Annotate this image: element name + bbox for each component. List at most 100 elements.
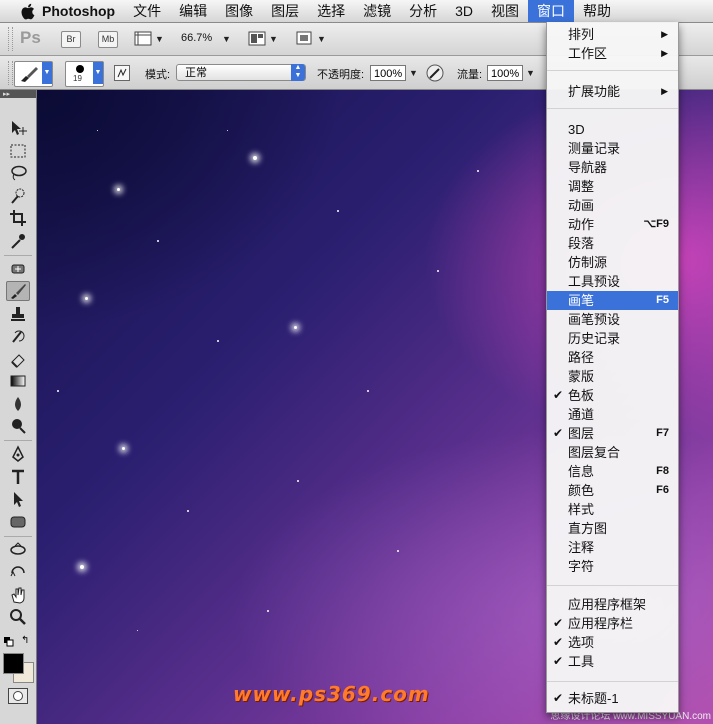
opacity-field[interactable]: 100% [370,65,406,81]
chevron-down-icon[interactable]: ▼ [317,34,326,44]
brush-tool-icon[interactable] [6,281,30,301]
menu-item-panel-2[interactable]: 导航器 [547,158,678,177]
shape-tool-icon[interactable] [6,512,30,532]
submenu-arrow-icon: ▶ [661,29,668,39]
menu-item-panel-13[interactable]: 蒙版 [547,367,678,386]
chevron-down-icon[interactable]: ▼ [526,68,535,78]
menu-item-panel-5[interactable]: 动作 ⌥F9 [547,215,678,234]
menu-item-panel-1[interactable]: 测量记录 [547,139,678,158]
menu-item-panel-15[interactable]: 通道 [547,405,678,424]
menu-help[interactable]: 帮助 [574,0,620,22]
menu-item-panel-4[interactable]: 动画 [547,196,678,215]
hand-tool-icon[interactable] [6,585,30,605]
menu-analysis[interactable]: 分析 [400,0,446,22]
history-brush-tool-icon[interactable] [6,326,30,346]
chevron-down-icon[interactable]: ▼ [269,34,278,44]
eraser-tool-icon[interactable] [6,349,30,369]
menu-item-label: 仿制源 [568,255,608,270]
bar-grip[interactable] [8,27,13,51]
menu-item-panel-20[interactable]: 样式 [547,500,678,519]
type-tool-icon[interactable] [6,467,30,487]
path-selection-tool-icon[interactable] [6,489,30,509]
menu-item-panel-7[interactable]: 仿制源 [547,253,678,272]
minibridge-button[interactable]: Mb [98,31,118,48]
spot-healing-tool-icon[interactable] [6,259,30,279]
menu-item-chrome-3[interactable]: ✔ 工具 [547,652,678,671]
menu-item-extensions[interactable]: 扩展功能 ▶ [547,82,678,101]
foreground-color-swatch[interactable] [3,653,24,674]
dodge-tool-icon[interactable] [6,416,30,436]
menu-item-panel-8[interactable]: 工具预设 [547,272,678,291]
menu-window[interactable]: 窗口 [528,0,575,22]
star [80,565,84,569]
menu-item-panel-19[interactable]: 颜色 F6 [547,481,678,500]
menu-select[interactable]: 选择 [308,0,354,22]
pressure-opacity-icon[interactable] [425,63,445,86]
bar-grip[interactable] [8,61,13,85]
menu-layer[interactable]: 图层 [262,0,308,22]
menu-item-workspace[interactable]: 工作区 ▶ [547,44,678,63]
zoom-tool-icon[interactable] [6,607,30,627]
default-colors-icon[interactable] [4,635,14,650]
menu-item-chrome-0[interactable]: 应用程序框架 [547,595,678,614]
menu-item-arrange[interactable]: 排列 ▶ [547,25,678,44]
star [367,390,369,392]
brush-size: 19 [73,74,82,83]
chevron-down-icon[interactable]: ▼ [409,68,418,78]
marquee-tool-icon[interactable] [6,141,30,161]
menu-view[interactable]: 视图 [482,0,528,22]
menu-item-panel-21[interactable]: 直方图 [547,519,678,538]
tool-preset-picker[interactable]: ▼ [14,61,53,87]
blur-tool-icon[interactable] [6,394,30,414]
menu-item-panel-10[interactable]: 画笔预设 [547,310,678,329]
menu-item-chrome-2[interactable]: ✔ 选项 [547,633,678,652]
menu-item-panel-16[interactable]: ✔ 图层 F7 [547,424,678,443]
menu-item-panel-14[interactable]: ✔ 色板 [547,386,678,405]
brush-panel-toggle-icon[interactable] [114,65,130,84]
menu-item-panel-12[interactable]: 路径 [547,348,678,367]
pen-tool-icon[interactable] [6,444,30,464]
menu-item-shortcut: F5 [656,294,669,306]
quick-mask-icon[interactable] [8,688,28,704]
3d-rotate-tool-icon[interactable] [6,540,30,560]
menu-item-panel-0[interactable]: 3D [547,120,678,139]
clone-stamp-tool-icon[interactable] [6,304,30,324]
menu-item-panel-11[interactable]: 历史记录 [547,329,678,348]
flow-field[interactable]: 100% [487,65,523,81]
menu-file[interactable]: 文件 [124,0,170,22]
crop-tool-icon[interactable] [6,208,30,228]
chevron-down-icon[interactable]: ▼ [222,34,231,44]
menu-item-doc-0[interactable]: ✔ 未标题-1 [547,689,678,708]
swap-colors-icon[interactable]: ↰ [21,635,29,646]
quick-selection-tool-icon[interactable] [6,186,30,206]
menu-image[interactable]: 图像 [216,0,262,22]
view-extras-icon[interactable] [134,31,152,49]
move-tool-icon[interactable] [6,118,30,138]
arrange-documents-icon[interactable] [248,31,266,49]
menu-filter[interactable]: 滤镜 [354,0,400,22]
star [337,210,339,212]
zoom-level[interactable]: 66.7% [181,32,212,44]
app-menu[interactable]: Photoshop [38,0,124,22]
menu-3d[interactable]: 3D [446,0,482,22]
menu-item-panel-18[interactable]: 信息 F8 [547,462,678,481]
menu-item-panel-22[interactable]: 注释 [547,538,678,557]
menu-item-chrome-1[interactable]: ✔ 应用程序栏 [547,614,678,633]
menu-edit[interactable]: 编辑 [170,0,216,22]
toolbox-grip[interactable]: ▸▸ [0,90,36,98]
menu-item-panel-17[interactable]: 图层复合 [547,443,678,462]
bridge-button[interactable]: Br [61,31,81,48]
gradient-tool-icon[interactable] [6,371,30,391]
menu-item-panel-6[interactable]: 段落 [547,234,678,253]
eyedropper-tool-icon[interactable] [6,231,30,251]
apple-menu-icon[interactable] [16,3,38,20]
menu-item-panel-3[interactable]: 调整 [547,177,678,196]
brush-picker[interactable]: 19 ▼ [65,61,104,87]
chevron-down-icon[interactable]: ▼ [155,34,164,44]
lasso-tool-icon[interactable] [6,163,30,183]
menu-item-panel-9[interactable]: 画笔 F5 [547,291,678,310]
3d-orbit-tool-icon[interactable] [6,562,30,582]
mode-select[interactable]: 正常 ▲ ▼ [176,64,306,81]
menu-item-panel-23[interactable]: 字符 [547,557,678,576]
screen-mode-icon[interactable] [295,30,313,49]
